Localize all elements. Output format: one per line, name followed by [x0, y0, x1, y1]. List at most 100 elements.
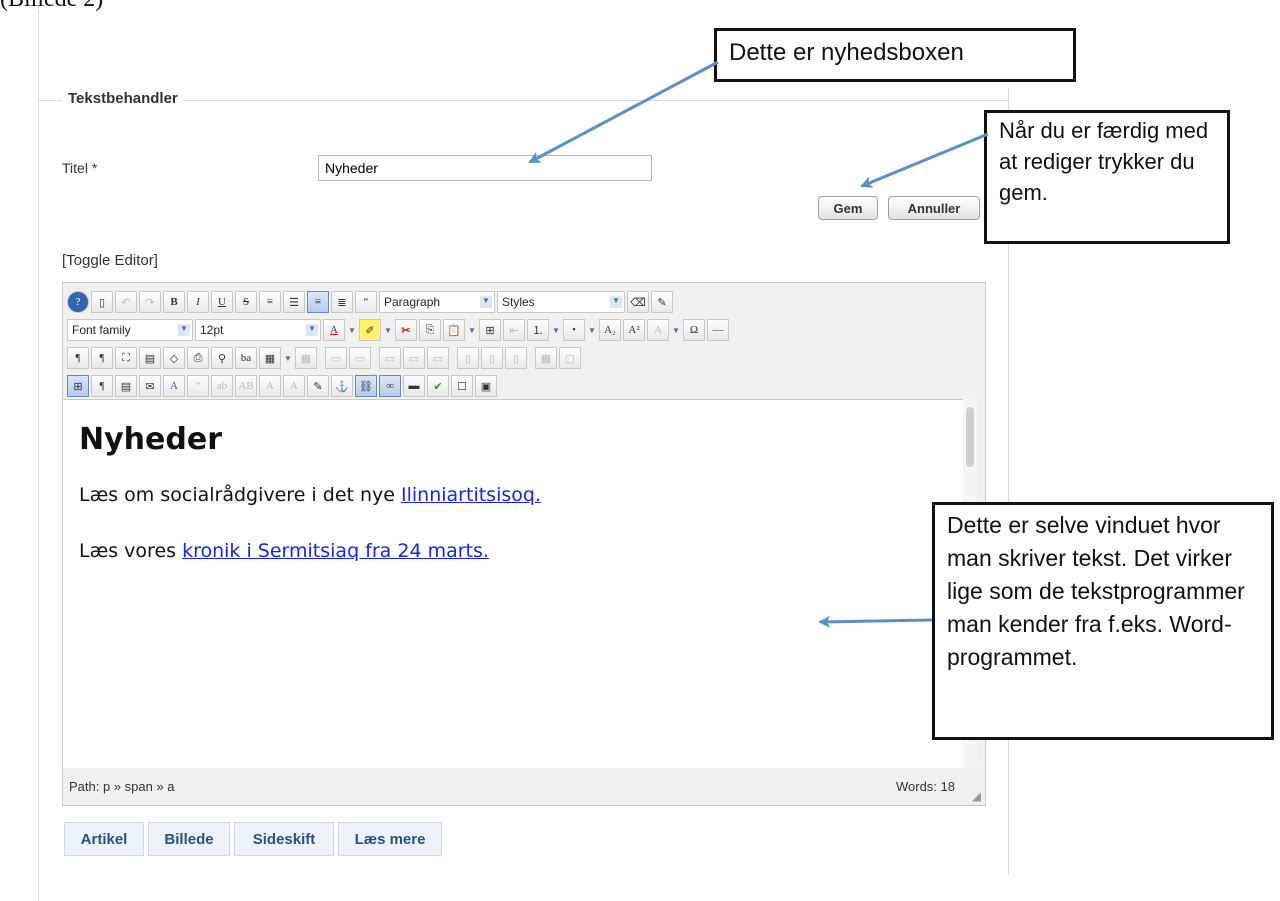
content-paragraph-2: Læs vores kronik i Sermitsiaq fra 24 mar… [79, 540, 489, 562]
font-size-select[interactable]: 12pt ▼ [195, 319, 321, 341]
chevron-down-icon[interactable]: ▼ [671, 319, 681, 341]
chevron-down-icon[interactable]: ▼ [551, 319, 561, 341]
insert-text-icon[interactable]: A [283, 375, 305, 397]
align-left-icon[interactable]: ≡ [307, 291, 329, 313]
background-color-icon[interactable]: A [647, 319, 669, 341]
delete-table-icon[interactable]: ▦ [295, 347, 317, 369]
chevron-down-icon: ▼ [610, 296, 622, 308]
outdent-icon[interactable]: ⇤ [503, 319, 525, 341]
blockquote-icon[interactable]: “ [355, 291, 377, 313]
replace-icon[interactable]: ba [235, 347, 257, 369]
delete-text-icon[interactable]: A [259, 375, 281, 397]
italic-icon[interactable]: I [187, 291, 209, 313]
eraser-icon[interactable]: ⌫ [627, 291, 649, 313]
layer-icon[interactable]: ▣ [475, 375, 497, 397]
print-icon[interactable]: ⎙ [187, 347, 209, 369]
toolbar-row-1: ? ▯ ↶ ↷ B I U S ≡ ☰ ≡ ≣ “ Paragraph ▼ Sty… [67, 289, 673, 315]
scrollbar-thumb[interactable] [966, 407, 974, 467]
row-before-icon[interactable]: ▭ [379, 347, 401, 369]
callout-editor-hint: Dette er selve vinduet hvor man skriver … [932, 502, 1274, 740]
link-ilinniartitsisoq[interactable]: Ilinniartitsisoq. [401, 484, 541, 506]
insert-media-icon[interactable]: ✉ [139, 375, 161, 397]
rtl-icon[interactable]: ¶ [91, 347, 113, 369]
special-character-icon[interactable]: Ω [683, 319, 705, 341]
link-kronik[interactable]: kronik i Sermitsiaq fra 24 marts. [182, 540, 489, 562]
cut-icon[interactable]: ✂ [395, 319, 417, 341]
title-input[interactable] [318, 155, 652, 181]
row-props-icon[interactable]: ▭ [325, 347, 347, 369]
unlink-icon[interactable]: ⛓ [355, 375, 377, 397]
image-icon[interactable]: ▬ [403, 375, 425, 397]
paste-icon[interactable]: 📋 [443, 319, 465, 341]
center-block-icon[interactable]: ⊞ [479, 319, 501, 341]
horizontal-rule-icon[interactable]: — [707, 319, 729, 341]
font-family-select[interactable]: Font family ▼ [67, 319, 193, 341]
chevron-down-icon[interactable]: ▼ [383, 319, 393, 341]
subscript-icon[interactable]: A₂ [599, 319, 621, 341]
superscript-icon[interactable]: A² [623, 319, 645, 341]
link-icon[interactable]: ∞ [379, 375, 401, 397]
merge-cells-icon[interactable]: ▢ [559, 347, 581, 369]
format-select[interactable]: Paragraph ▼ [379, 291, 495, 313]
fullscreen-icon[interactable]: ⛶ [115, 347, 137, 369]
new-document-icon[interactable]: ▯ [91, 291, 113, 313]
page-break-button[interactable]: Sideskift [234, 822, 334, 856]
align-center-icon[interactable]: ☰ [283, 291, 305, 313]
copy-icon[interactable]: ⎘ [419, 319, 441, 341]
col-before-icon[interactable]: ▯ [457, 347, 479, 369]
read-more-button[interactable]: Læs mere [338, 822, 442, 856]
edit-attributes-icon[interactable]: ✎ [307, 375, 329, 397]
insert-template-icon[interactable]: ▤ [139, 347, 161, 369]
cell-props-icon[interactable]: ▭ [349, 347, 371, 369]
help-icon[interactable]: ? [67, 291, 89, 313]
image-button[interactable]: Billede [148, 822, 230, 856]
cancel-button[interactable]: Annuller [888, 196, 980, 220]
text-color-icon[interactable]: A [323, 319, 345, 341]
chevron-down-icon[interactable]: ▼ [587, 319, 597, 341]
bold-icon[interactable]: B [163, 291, 185, 313]
ltr-icon[interactable]: ¶ [67, 347, 89, 369]
delete-row-icon[interactable]: ▭ [427, 347, 449, 369]
align-right-icon[interactable]: ≣ [331, 291, 353, 313]
toggle-editor-link[interactable]: [Toggle Editor] [62, 252, 158, 269]
article-button[interactable]: Artikel [64, 822, 144, 856]
col-after-icon[interactable]: ▯ [481, 347, 503, 369]
insert-file-icon[interactable]: ▤ [115, 375, 137, 397]
strikethrough-icon[interactable]: S [235, 291, 257, 313]
source-code-icon[interactable]: ◇ [163, 347, 185, 369]
cite-icon[interactable]: “ [187, 375, 209, 397]
spellcheck-icon[interactable]: ✔ [427, 375, 449, 397]
chevron-down-icon[interactable]: ▼ [283, 347, 293, 369]
broom-icon[interactable]: ✎ [651, 291, 673, 313]
page-break-icon[interactable]: ☐ [451, 375, 473, 397]
numbered-list-icon[interactable]: ⒈ [527, 319, 549, 341]
undo-icon[interactable]: ↶ [115, 291, 137, 313]
callout-news-box: Dette er nyhedsboxen [714, 28, 1076, 82]
chevron-down-icon[interactable]: ▼ [347, 319, 357, 341]
underline-icon[interactable]: U [211, 291, 233, 313]
abbr-icon[interactable]: ab [211, 375, 233, 397]
font-style-icon[interactable]: A [163, 375, 185, 397]
chevron-down-icon[interactable]: ▼ [467, 319, 477, 341]
highlight-color-icon[interactable]: ✐ [359, 319, 381, 341]
resize-handle-icon[interactable]: ◢ [972, 789, 981, 803]
insert-table-icon[interactable]: ▦ [259, 347, 281, 369]
delete-col-icon[interactable]: ▯ [505, 347, 527, 369]
toolbar-row-2: Font family ▼ 12pt ▼ A ▼ ✐ ▼ ✂ ⎘ 📋 ▼ ⊞ ⇤ ⒈… [67, 317, 729, 343]
bullet-list-icon[interactable]: • [563, 319, 585, 341]
justify-icon[interactable]: ≡ [259, 291, 281, 313]
split-cells-icon[interactable]: ▦ [535, 347, 557, 369]
save-button[interactable]: Gem [818, 196, 878, 220]
row-after-icon[interactable]: ▭ [403, 347, 425, 369]
show-blocks-icon[interactable]: ¶ [91, 375, 113, 397]
find-icon[interactable]: ⚲ [211, 347, 233, 369]
acronym-icon[interactable]: AB [235, 375, 257, 397]
editor-content-area[interactable]: Nyheder Læs om socialrådgivere i det nye… [63, 399, 963, 768]
anchor-icon[interactable]: ⚓ [331, 375, 353, 397]
styles-select[interactable]: Styles ▼ [497, 291, 625, 313]
callout-save-hint: Når du er færdig med at rediger trykker … [984, 110, 1230, 244]
redo-icon[interactable]: ↷ [139, 291, 161, 313]
editor-status-bar: Path: p » span » a Words: 18 ◢ [63, 767, 985, 805]
visual-aid-icon[interactable]: ⊞ [67, 375, 89, 397]
required-mark: * [91, 160, 98, 176]
